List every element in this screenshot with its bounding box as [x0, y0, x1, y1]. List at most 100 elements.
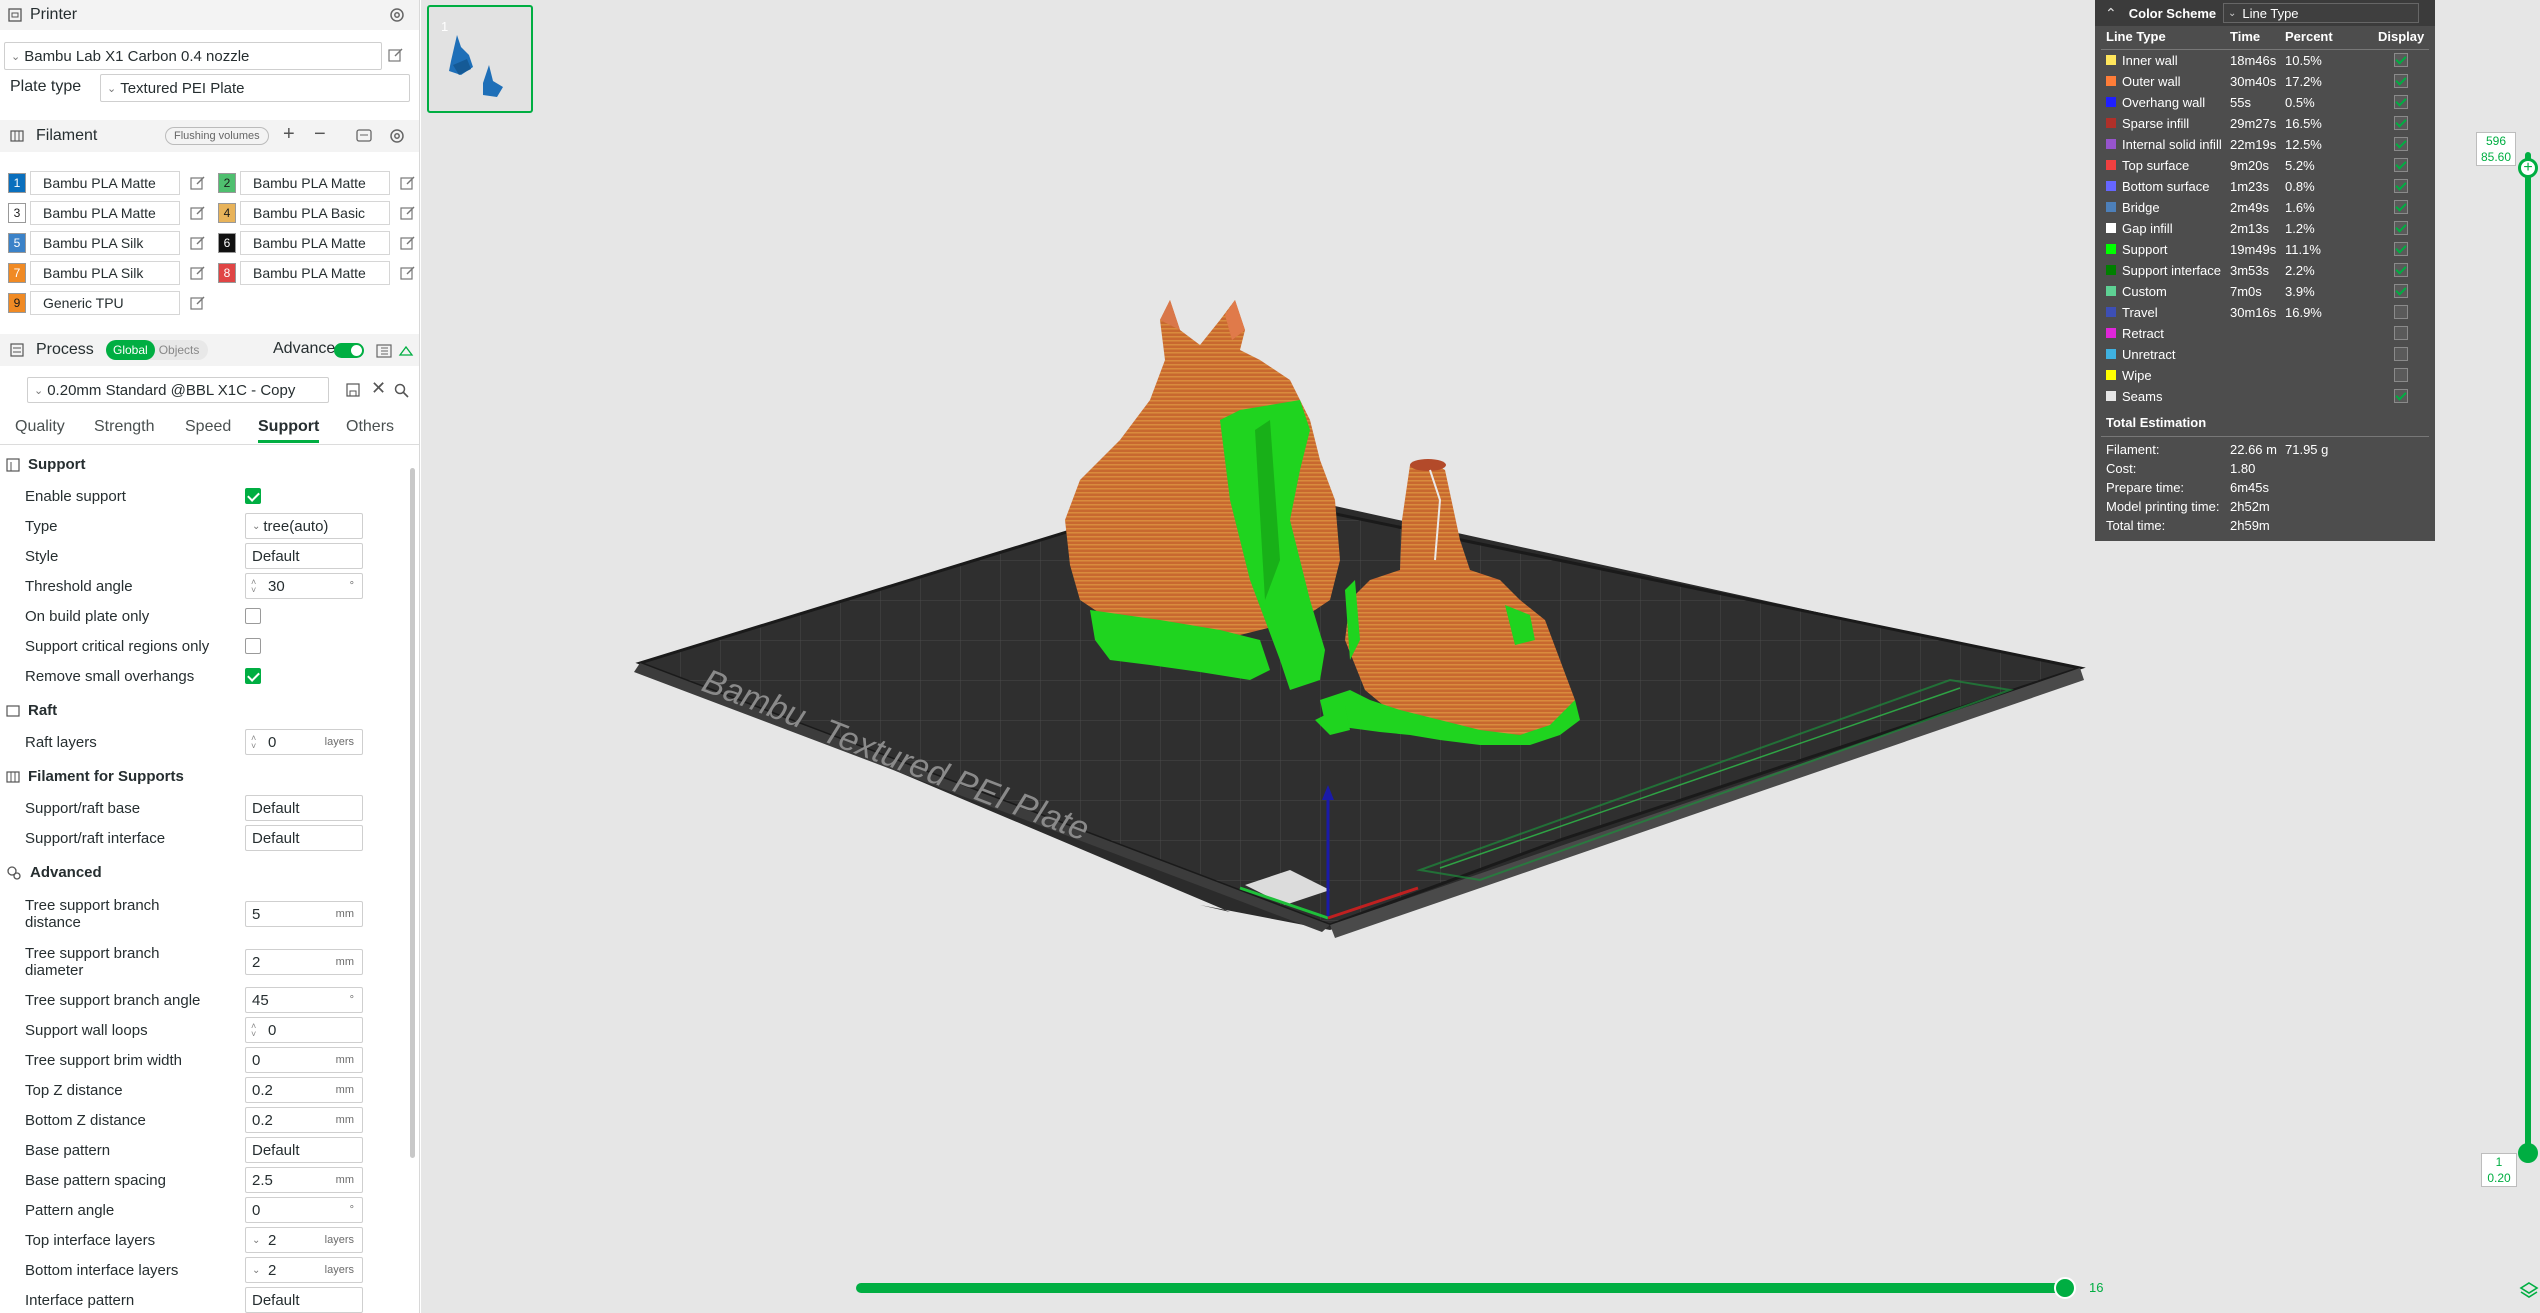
bottom-interface-input[interactable]: ⌄ 2 layers [245, 1257, 363, 1283]
base-pattern-select[interactable]: Default [245, 1137, 363, 1163]
spin-icon[interactable]: ˄ ˅ [251, 734, 256, 751]
move-slider-track[interactable] [856, 1283, 2074, 1293]
filament-slot[interactable]: 2 Bambu PLA Matte [218, 170, 416, 196]
filament-number[interactable]: 3 [8, 203, 26, 223]
display-checkbox[interactable] [2394, 263, 2408, 277]
filament-slot[interactable]: 3 Bambu PLA Matte [8, 200, 206, 226]
tab-quality[interactable]: Quality [15, 418, 65, 436]
layers-icon[interactable] [2519, 1280, 2539, 1300]
display-checkbox[interactable] [2394, 137, 2408, 151]
display-checkbox[interactable] [2394, 221, 2408, 235]
display-checkbox[interactable] [2394, 305, 2408, 319]
layer-slider-bottom-handle[interactable] [2518, 1143, 2538, 1163]
filament-edit-icon[interactable] [400, 265, 416, 281]
move-slider-handle[interactable] [2054, 1277, 2076, 1299]
printer-edit-icon[interactable] [388, 47, 404, 63]
filament-sync-icon[interactable] [356, 128, 372, 144]
printer-settings-icon[interactable] [388, 6, 406, 24]
interface-pattern-select[interactable]: Default [245, 1287, 363, 1313]
display-checkbox[interactable] [2394, 326, 2408, 340]
process-preset-select[interactable]: ⌄ 0.20mm Standard @BBL X1C - Copy [27, 377, 329, 403]
filament-settings-icon[interactable] [388, 127, 406, 145]
support-type-select[interactable]: ⌄ tree(auto) [245, 513, 363, 539]
filament-number[interactable]: 6 [218, 233, 236, 253]
filament-slot[interactable]: 5 Bambu PLA Silk [8, 230, 206, 256]
tab-speed[interactable]: Speed [185, 418, 231, 436]
filament-name[interactable]: Bambu PLA Basic [240, 201, 390, 225]
layer-slider-top-handle[interactable]: + [2518, 158, 2538, 178]
filament-number[interactable]: 2 [218, 173, 236, 193]
branch-diameter-input[interactable]: 2 mm [245, 949, 363, 975]
display-checkbox[interactable] [2394, 95, 2408, 109]
color-scheme-select[interactable]: ⌄ Line Type [2223, 3, 2419, 23]
filament-name[interactable]: Bambu PLA Matte [240, 171, 390, 195]
filament-slot[interactable]: 9 Generic TPU [8, 290, 206, 316]
filament-edit-icon[interactable] [400, 235, 416, 251]
spin-icon[interactable]: ˄ ˅ [251, 1022, 256, 1039]
collapse-icon[interactable]: ⌃ [2105, 5, 2117, 22]
top-interface-input[interactable]: ⌄ 2 layers [245, 1227, 363, 1253]
brim-width-input[interactable]: 0 mm [245, 1047, 363, 1073]
display-checkbox[interactable] [2394, 200, 2408, 214]
display-checkbox[interactable] [2394, 389, 2408, 403]
raft-interface-select[interactable]: Default [245, 825, 363, 851]
filament-number[interactable]: 1 [8, 173, 26, 193]
filament-number[interactable]: 8 [218, 263, 236, 283]
bottom-z-input[interactable]: 0.2 mm [245, 1107, 363, 1133]
layer-slider-track[interactable] [2525, 152, 2531, 1152]
display-checkbox[interactable] [2394, 74, 2408, 88]
critical-regions-checkbox[interactable] [245, 638, 261, 654]
filament-number[interactable]: 9 [8, 293, 26, 313]
global-objects-toggle[interactable]: Global Objects [106, 340, 208, 360]
search-icon[interactable] [394, 383, 409, 398]
base-spacing-input[interactable]: 2.5 mm [245, 1167, 363, 1193]
filament-slot[interactable]: 8 Bambu PLA Matte [218, 260, 416, 286]
threshold-angle-input[interactable]: ˄ ˅ 30 ° [245, 573, 363, 599]
pattern-angle-input[interactable]: 0 ° [245, 1197, 363, 1223]
branch-distance-input[interactable]: 5 mm [245, 901, 363, 927]
filament-edit-icon[interactable] [190, 295, 206, 311]
enable-support-checkbox[interactable] [245, 488, 261, 504]
branch-angle-input[interactable]: 45 ° [245, 987, 363, 1013]
filament-edit-icon[interactable] [400, 205, 416, 221]
filament-number[interactable]: 5 [8, 233, 26, 253]
compare-icon[interactable] [376, 343, 392, 359]
display-checkbox[interactable] [2394, 53, 2408, 67]
wall-loops-input[interactable]: ˄ ˅ 0 [245, 1017, 363, 1043]
advance-switch[interactable] [334, 343, 364, 358]
raft-layers-input[interactable]: ˄ ˅ 0 layers [245, 729, 363, 755]
flushing-volumes-button[interactable]: Flushing volumes [165, 127, 269, 145]
remove-small-overhangs-checkbox[interactable] [245, 668, 261, 684]
settings-scrollbar[interactable] [410, 468, 415, 1158]
objects-toggle[interactable]: Objects [159, 343, 200, 357]
build-plate-only-checkbox[interactable] [245, 608, 261, 624]
save-preset-icon[interactable] [346, 383, 360, 397]
remove-filament-icon[interactable]: − [314, 123, 326, 146]
display-checkbox[interactable] [2394, 158, 2408, 172]
filament-edit-icon[interactable] [190, 265, 206, 281]
support-style-select[interactable]: Default [245, 543, 363, 569]
global-toggle[interactable]: Global [106, 340, 155, 360]
filament-name[interactable]: Bambu PLA Matte [240, 261, 390, 285]
filament-name[interactable]: Bambu PLA Matte [30, 201, 180, 225]
filament-edit-icon[interactable] [190, 175, 206, 191]
filament-number[interactable]: 4 [218, 203, 236, 223]
display-checkbox[interactable] [2394, 368, 2408, 382]
filament-slot[interactable]: 7 Bambu PLA Silk [8, 260, 206, 286]
raft-base-select[interactable]: Default [245, 795, 363, 821]
top-z-input[interactable]: 0.2 mm [245, 1077, 363, 1103]
close-preset-icon[interactable]: ✕ [371, 378, 386, 399]
tab-strength[interactable]: Strength [94, 418, 154, 436]
filament-name[interactable]: Bambu PLA Silk [30, 231, 180, 255]
add-filament-icon[interactable]: + [283, 123, 295, 146]
plate-type-select[interactable]: ⌄ Textured PEI Plate [100, 74, 410, 102]
display-checkbox[interactable] [2394, 347, 2408, 361]
filament-slot[interactable]: 1 Bambu PLA Matte [8, 170, 206, 196]
filament-name[interactable]: Generic TPU [30, 291, 180, 315]
filament-edit-icon[interactable] [190, 235, 206, 251]
display-checkbox[interactable] [2394, 242, 2408, 256]
display-checkbox[interactable] [2394, 284, 2408, 298]
spin-icon[interactable]: ˄ ˅ [251, 578, 256, 595]
filament-name[interactable]: Bambu PLA Silk [30, 261, 180, 285]
filament-number[interactable]: 7 [8, 263, 26, 283]
